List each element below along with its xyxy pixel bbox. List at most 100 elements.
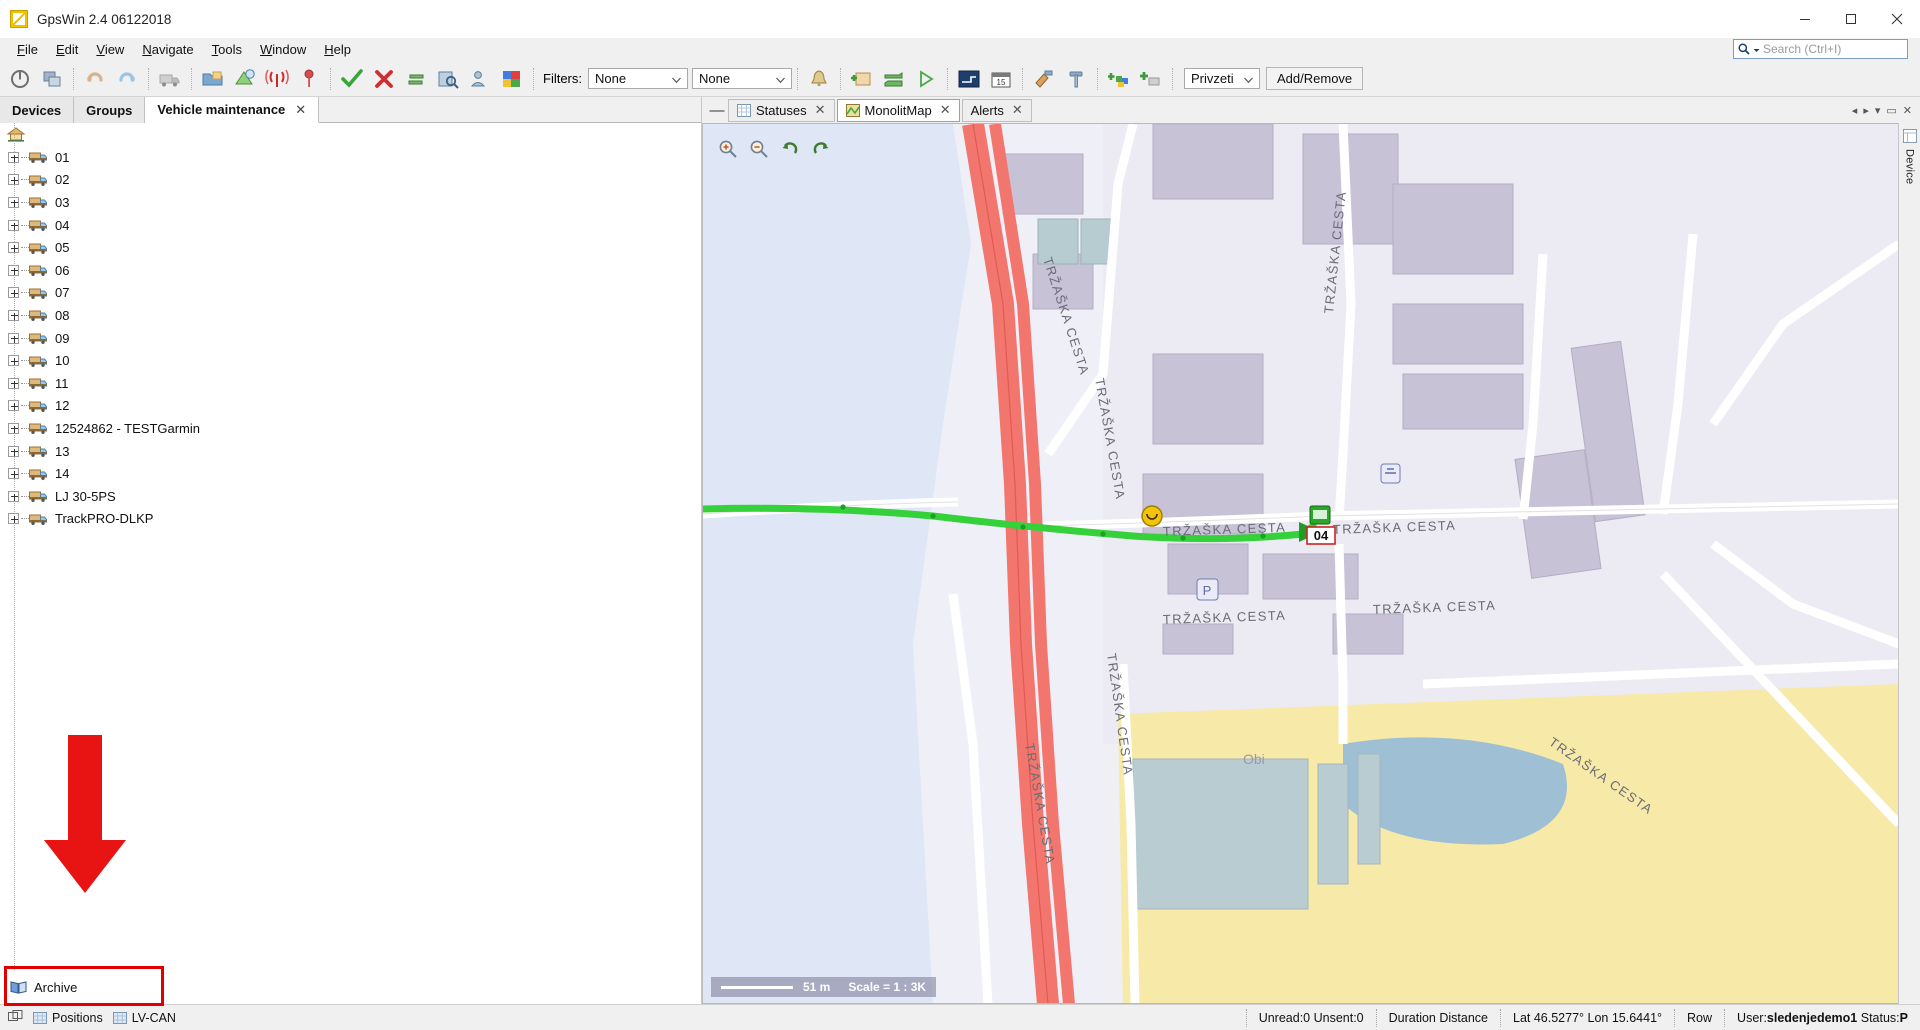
hammer-icon[interactable]	[1062, 65, 1090, 93]
search-box[interactable]: Search (Ctrl+I)	[1733, 39, 1908, 59]
menu-file[interactable]: File	[8, 40, 47, 59]
power-button-icon[interactable]	[6, 65, 34, 93]
tab-alerts[interactable]: Alerts ✕	[961, 98, 1032, 122]
panel-restore-button[interactable]: ▭	[1886, 104, 1896, 117]
google-maps-icon[interactable]	[498, 65, 526, 93]
add-window-icon[interactable]	[848, 65, 876, 93]
archive-bar[interactable]: Archive	[0, 966, 701, 1006]
tree-item[interactable]: 04	[0, 214, 701, 237]
tree-item[interactable]: 01	[0, 146, 701, 169]
pin-red-icon[interactable]	[295, 65, 323, 93]
tree-expander-icon[interactable]	[8, 377, 19, 389]
send-message-icon[interactable]	[955, 65, 983, 93]
tree-item[interactable]: TrackPRO-DLKP	[0, 508, 701, 531]
bell-icon[interactable]	[805, 65, 833, 93]
menu-help[interactable]: Help	[315, 40, 360, 59]
tree-expander-icon[interactable]	[8, 422, 19, 434]
tab-devices[interactable]: Devices	[0, 97, 75, 123]
menu-window[interactable]: Window	[251, 40, 315, 59]
tree-item[interactable]: 03	[0, 191, 701, 214]
tree-expander-icon[interactable]	[8, 445, 19, 457]
panel-close-button[interactable]: ✕	[1903, 104, 1912, 117]
cross-red-icon[interactable]	[370, 65, 398, 93]
zoom-in-icon[interactable]	[717, 138, 739, 160]
truck-grey-icon[interactable]	[156, 65, 184, 93]
tree-expander-icon[interactable]	[8, 332, 19, 344]
antenna-red-icon[interactable]	[263, 65, 291, 93]
check-green-icon[interactable]	[338, 65, 366, 93]
folder-open-icon[interactable]	[199, 65, 227, 93]
add-device-icon[interactable]	[1137, 65, 1165, 93]
tree-expander-icon[interactable]	[8, 174, 19, 186]
tree-root-node[interactable]	[0, 126, 701, 146]
tree-expander-icon[interactable]	[8, 400, 19, 412]
zoom-out-icon[interactable]	[748, 138, 770, 160]
tab-monolitmap[interactable]: MonolitMap ✕	[836, 98, 960, 122]
report-search-icon[interactable]	[434, 65, 462, 93]
close-icon[interactable]: ✕	[940, 102, 951, 118]
map-marker-green-icon[interactable]	[231, 65, 259, 93]
redo-view-icon[interactable]	[810, 138, 832, 160]
tree-expander-icon[interactable]	[8, 264, 19, 276]
tree-item[interactable]: 12524862 - TESTGarmin	[0, 417, 701, 440]
tree-expander-icon[interactable]	[8, 287, 19, 299]
tree-item[interactable]: 14	[0, 462, 701, 485]
user-search-icon[interactable]	[466, 65, 494, 93]
menu-view[interactable]: View	[87, 40, 133, 59]
panel-minimize-button[interactable]: —	[706, 102, 728, 119]
tree-expander-icon[interactable]	[8, 242, 19, 254]
tab-statuses[interactable]: Statuses ✕	[728, 98, 835, 122]
tree-item[interactable]: 08	[0, 304, 701, 327]
calendar-icon[interactable]: 15	[987, 65, 1015, 93]
status-positions[interactable]: Positions	[33, 1011, 103, 1025]
tree-expander-icon[interactable]	[8, 219, 19, 231]
close-button[interactable]	[1874, 0, 1920, 38]
tree-item[interactable]: 13	[0, 440, 701, 463]
tree-item[interactable]: 10	[0, 349, 701, 372]
refresh-green-icon[interactable]	[880, 65, 908, 93]
device-panel-icon[interactable]	[1902, 129, 1917, 143]
menu-edit[interactable]: Edit	[47, 40, 87, 59]
tree-item[interactable]: 07	[0, 282, 701, 305]
close-icon[interactable]: ✕	[1012, 102, 1023, 118]
filter-2-dropdown[interactable]: None	[692, 68, 792, 89]
tree-item[interactable]: 11	[0, 372, 701, 395]
tree-expander-icon[interactable]	[8, 468, 19, 480]
tab-vehicle-maintenance[interactable]: Vehicle maintenance ✕	[145, 97, 320, 123]
tree-expander-icon[interactable]	[8, 513, 19, 525]
redo-arrow-icon[interactable]	[113, 65, 141, 93]
map-canvas[interactable]: 04 P TRŽAŠKA CESTA TRŽAŠKA CESTA TRŽAŠKA…	[702, 123, 1898, 1004]
swap-green-icon[interactable]	[402, 65, 430, 93]
tab-list-dropdown[interactable]: ▾	[1875, 104, 1881, 117]
windows-cascade-icon[interactable]	[38, 65, 66, 93]
close-icon[interactable]: ✕	[815, 102, 826, 118]
close-icon[interactable]: ✕	[295, 102, 306, 118]
status-lvcan[interactable]: LV-CAN	[112, 1011, 176, 1025]
dock-windows-icon[interactable]	[8, 1009, 23, 1026]
tree-item[interactable]: 09	[0, 327, 701, 350]
tools-hammer-icon[interactable]	[1030, 65, 1058, 93]
undo-view-icon[interactable]	[779, 138, 801, 160]
menu-tools[interactable]: Tools	[203, 40, 251, 59]
filter-1-dropdown[interactable]: None	[588, 68, 688, 89]
tab-groups[interactable]: Groups	[74, 97, 146, 123]
tree-item[interactable]: LJ 30-5PS	[0, 485, 701, 508]
tree-expander-icon[interactable]	[8, 309, 19, 321]
tree-item[interactable]: 02	[0, 169, 701, 192]
tree-expander-icon[interactable]	[8, 490, 19, 502]
tree-expander-icon[interactable]	[8, 355, 19, 367]
profile-dropdown[interactable]: Privzeti	[1184, 68, 1260, 89]
dock-device-label[interactable]: Device	[1904, 149, 1916, 184]
minimize-button[interactable]	[1782, 0, 1828, 38]
tab-next-button[interactable]: ▸	[1863, 104, 1869, 117]
play-green-icon[interactable]	[912, 65, 940, 93]
add-group-icon[interactable]	[1105, 65, 1133, 93]
tree-item[interactable]: 06	[0, 259, 701, 282]
menu-navigate[interactable]: Navigate	[133, 40, 202, 59]
undo-arrow-icon[interactable]	[81, 65, 109, 93]
tree-item[interactable]: 12	[0, 395, 701, 418]
tree-expander-icon[interactable]	[8, 196, 19, 208]
search-dropdown-arrow-icon[interactable]	[1753, 42, 1760, 57]
tree-item[interactable]: 05	[0, 236, 701, 259]
tab-prev-button[interactable]: ◂	[1852, 104, 1858, 117]
